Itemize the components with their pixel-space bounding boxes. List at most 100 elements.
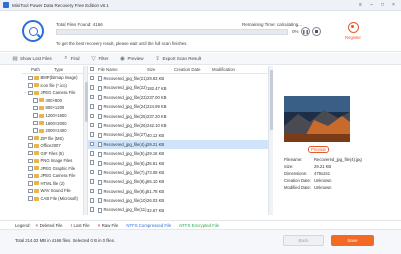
tree-item-checkbox[interactable] xyxy=(33,105,38,111)
table-row[interactable]: Recovered_jpg_file(9).jpg 51.78 KB xyxy=(88,187,269,196)
tree-item[interactable]: WAV Sound File xyxy=(22,187,83,195)
row-checkbox[interactable] xyxy=(88,113,97,120)
export-scan-result-button[interactable]: ⇪ Export Scan Result xyxy=(155,56,201,62)
table-row[interactable]: Recovered_jpg_file(5).jpg 29.16 KB xyxy=(88,149,269,158)
tree-item-checkbox[interactable] xyxy=(28,188,33,194)
tree-item[interactable]: PNG Image Files xyxy=(22,157,83,165)
row-checkbox[interactable] xyxy=(88,160,97,166)
row-checkbox[interactable] xyxy=(88,122,97,129)
pause-button[interactable]: ❚❚ xyxy=(301,27,310,36)
tree-item[interactable]: icon file (*.ico) xyxy=(22,82,83,90)
minimize-button[interactable]: – xyxy=(367,1,376,10)
row-checkbox[interactable] xyxy=(88,198,97,204)
filter-button[interactable]: ▽ Filter xyxy=(91,56,108,62)
tab-path[interactable]: Path xyxy=(22,67,52,72)
column-size[interactable]: Size xyxy=(147,67,174,72)
file-name-cell: Recovered_jpg_file(11).jpg xyxy=(97,207,147,213)
row-checkbox[interactable] xyxy=(88,94,97,101)
tree-item-checkbox[interactable] xyxy=(28,143,33,148)
tree-item-checkbox[interactable] xyxy=(33,113,38,118)
tree-item-checkbox[interactable] xyxy=(33,120,38,126)
toolbar-label: Show Lost Files xyxy=(20,56,52,61)
tree-item[interactable]: Office2007 xyxy=(22,142,83,150)
tree-item[interactable]: 2000×2400 xyxy=(22,127,83,135)
row-checkbox[interactable] xyxy=(88,132,97,138)
tree-item[interactable]: ZIP file (MS) xyxy=(22,134,83,142)
meta-size: Size: 29.21 KB xyxy=(284,163,376,170)
register-button[interactable]: Register xyxy=(340,22,366,40)
row-checkbox[interactable] xyxy=(88,179,97,185)
row-checkbox[interactable] xyxy=(88,188,97,195)
table-row[interactable]: Recovered_jpg_file(21).jpg29.83 KB xyxy=(88,74,269,83)
row-checkbox[interactable] xyxy=(88,169,97,176)
file-name-cell: Recovered_jpg_file(8).jpg xyxy=(97,179,147,185)
total-files-label: Total Files Found: xyxy=(56,22,92,27)
table-row[interactable]: Recovered_jpg_file(8).jpg 55.10 KB xyxy=(88,177,269,186)
column-file-name[interactable]: File Name xyxy=(97,67,147,72)
table-row[interactable]: Recovered_jpg_file(10).jpg26.03 KB xyxy=(88,196,269,205)
folder-icon xyxy=(34,196,39,201)
table-row[interactable]: Recovered_jpg_file(22).jpg182.47 KB xyxy=(88,83,269,92)
folder-icon xyxy=(39,121,44,126)
row-checkbox[interactable] xyxy=(88,75,97,82)
row-checkbox[interactable] xyxy=(88,151,97,157)
file-list-scrollbar-thumb[interactable] xyxy=(270,70,273,130)
tree-item[interactable]: GIF Files (5) xyxy=(22,149,83,157)
show-lost-files-button[interactable]: ▤ Show Lost Files xyxy=(12,56,52,62)
select-all-checkbox[interactable] xyxy=(88,66,97,73)
column-modification[interactable]: Modification xyxy=(212,67,257,72)
tree-item[interactable]: 400×800 xyxy=(22,97,83,105)
close-button[interactable]: × xyxy=(389,1,398,10)
tree-item-checkbox[interactable] xyxy=(28,90,33,96)
menu-icon[interactable]: ≡ xyxy=(356,1,365,10)
back-button[interactable]: Back xyxy=(283,235,324,246)
tree-item[interactable]: 800×1200 xyxy=(22,104,83,112)
tree-item-checkbox[interactable] xyxy=(28,181,33,186)
find-button[interactable]: ⌕ Find xyxy=(63,55,79,62)
stop-button[interactable] xyxy=(312,27,321,36)
tree-item[interactable]: CAB File (Microsoft) xyxy=(22,195,83,203)
table-row[interactable]: Recovered_jpg_file(24).jpg224.99 KB xyxy=(88,102,269,111)
tree-item-checkbox[interactable] xyxy=(28,150,33,156)
tree-item-label: WAV Sound File xyxy=(40,188,71,194)
tree-item-checkbox[interactable] xyxy=(28,135,33,141)
save-button[interactable]: Save xyxy=(331,235,374,246)
row-checkbox[interactable] xyxy=(88,141,97,148)
row-checkbox[interactable] xyxy=(88,85,97,91)
row-checkbox[interactable] xyxy=(88,207,97,213)
tree-item-checkbox[interactable] xyxy=(28,158,33,164)
table-row[interactable]: Recovered_jpg_file(26).jpg242.10 KB xyxy=(88,121,269,130)
tree-item-checkbox[interactable] xyxy=(28,173,33,179)
tree-item[interactable]: JPEG Camera File xyxy=(22,172,83,180)
column-creation-date[interactable]: Creation Date xyxy=(174,67,212,72)
tree-item-checkbox[interactable] xyxy=(28,75,33,81)
table-row[interactable]: Recovered_jpg_file(6).jpg 35.81 KB xyxy=(88,159,269,168)
row-checkbox[interactable] xyxy=(88,104,97,110)
table-row[interactable]: Recovered_jpg_file(25).jpg237.20 KB xyxy=(88,112,269,121)
tree-item[interactable]: 1600×2000 xyxy=(22,119,83,127)
toolbar-label: Preview xyxy=(127,56,144,61)
tree-item-checkbox[interactable] xyxy=(28,166,33,171)
folder-icon xyxy=(34,75,39,80)
table-row[interactable]: Recovered_jpg_file(11).jpg32.67 KB xyxy=(88,205,269,214)
tree-item[interactable]: HTML file (2) xyxy=(22,180,83,188)
tree-item-checkbox[interactable] xyxy=(33,128,38,133)
tree-item[interactable]: 1200×1600 xyxy=(22,112,83,120)
file-list-header: File Name Size Creation Date Modificatio… xyxy=(88,66,269,74)
tree-item[interactable]: − JPEG Camera File xyxy=(22,89,83,97)
file-list-scrollbar[interactable] xyxy=(268,66,273,215)
tree-item-checkbox[interactable] xyxy=(28,83,33,88)
table-row[interactable]: Recovered_jpg_file(7).jpg 73.08 KB xyxy=(88,168,269,177)
table-row[interactable]: Recovered_jpg_file(27).jpg40.12 KB xyxy=(88,130,269,139)
maximize-button[interactable]: □ xyxy=(378,1,387,10)
tree-item[interactable]: JPEG Graphic File xyxy=(22,165,83,173)
preview-button[interactable]: Preview xyxy=(308,146,329,153)
folder-icon xyxy=(39,128,44,133)
tree-item-checkbox[interactable] xyxy=(33,98,38,103)
tree-item[interactable]: BMP(bitmap image) xyxy=(22,74,83,82)
tree-item-checkbox[interactable] xyxy=(28,196,33,201)
table-row[interactable]: Recovered_jpg_file(4).jpg 29.21 KB xyxy=(88,139,269,150)
table-row[interactable]: Recovered_jpg_file(23).jpg237.00 KB xyxy=(88,93,269,102)
preview-toolbar-button[interactable]: ◉ Preview xyxy=(120,56,144,62)
tab-type[interactable]: Type xyxy=(52,67,83,72)
